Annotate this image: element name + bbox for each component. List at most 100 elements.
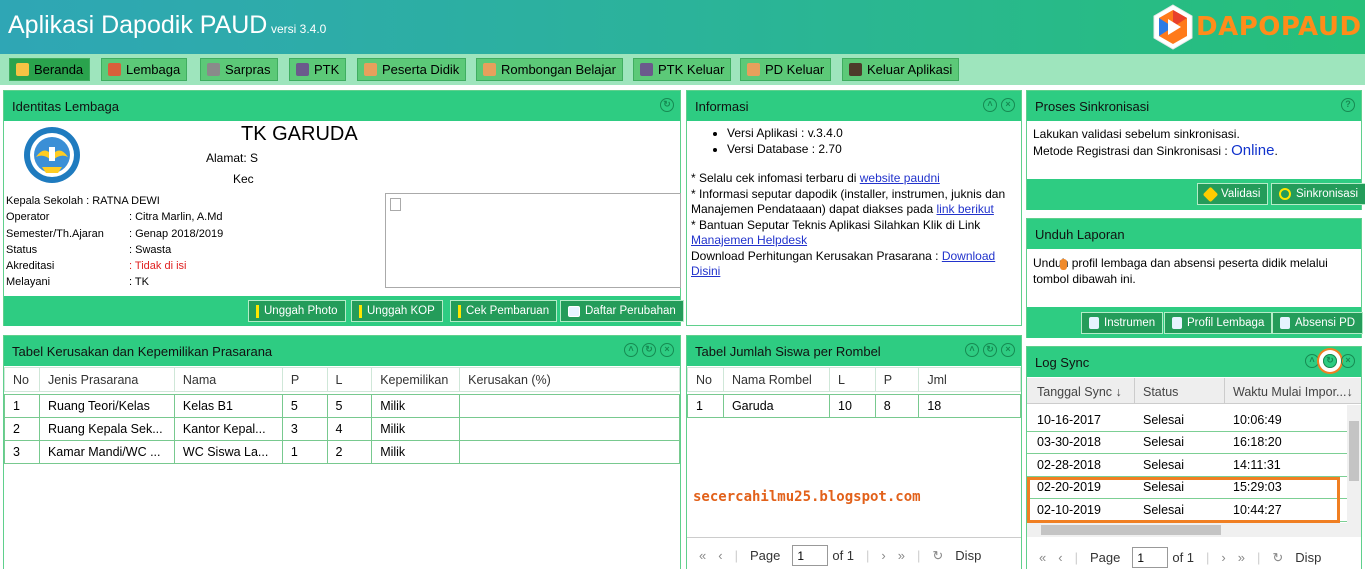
close-icon[interactable]: × [660, 343, 674, 357]
column-header[interactable]: P [874, 367, 920, 392]
collapse-icon[interactable]: ˄ [624, 343, 638, 357]
collapse-icon[interactable]: ˄ [983, 98, 997, 112]
table-row[interactable]: 02-28-2018 Selesai 14:11:31 [1027, 454, 1347, 477]
nav-peserta-didik[interactable]: Peserta Didik [357, 58, 467, 81]
table-cell: 1 [281, 440, 328, 464]
unggah-photo-button[interactable]: Unggah Photo [248, 300, 346, 322]
profil-lembaga-button[interactable]: Profil Lembaga [1164, 312, 1273, 334]
helpdesk-link[interactable]: Manajemen Helpdesk [691, 233, 807, 247]
table-cell: 1 [687, 394, 724, 418]
column-header[interactable]: No [687, 367, 724, 392]
refresh-icon[interactable]: ↻ [660, 98, 674, 112]
next-page-icon[interactable]: › [881, 548, 885, 563]
panel-header: Tabel Kerusakan dan Kepemilikan Prasaran… [4, 336, 680, 366]
panel-header: Informasi ˄ × [687, 91, 1021, 121]
column-header[interactable]: No [4, 367, 40, 392]
collapse-icon[interactable]: ˄ [1305, 354, 1319, 368]
table-cell: Milik [371, 440, 461, 464]
website-paudni-link[interactable]: website paudni [860, 171, 940, 185]
first-page-icon[interactable]: « [1039, 550, 1046, 565]
column-header[interactable]: L [326, 367, 373, 392]
nav-beranda[interactable]: Beranda [9, 58, 91, 81]
table-row[interactable]: 03-30-2018 Selesai 16:18:20 [1027, 432, 1347, 454]
column-header[interactable]: P [281, 367, 328, 392]
nav-label: PTK Keluar [658, 62, 725, 77]
column-header[interactable]: Status [1135, 378, 1225, 403]
table-row[interactable]: 2 Ruang Kepala Sek... Kantor Kepal... 3 … [4, 417, 680, 441]
panel-title: Tabel Kerusakan dan Kepemilikan Prasaran… [12, 343, 273, 359]
table-cell: 2 [4, 417, 40, 441]
column-header[interactable]: Nama [173, 367, 283, 392]
unduh-panel: Unduh Laporan Unduh profil lembaga dan a… [1026, 218, 1364, 338]
column-header[interactable]: Kepemilikan [371, 367, 461, 392]
column-header[interactable]: Nama Rombel [722, 367, 831, 392]
table-row[interactable]: 10-16-2017 Selesai 10:06:49 [1027, 409, 1347, 432]
instrumen-button[interactable]: Instrumen [1081, 312, 1164, 334]
help-icon[interactable]: ? [1341, 98, 1355, 112]
page-input[interactable] [1132, 547, 1169, 568]
refresh-icon[interactable]: ↻ [983, 343, 997, 357]
table-row[interactable]: 1 Ruang Teori/Kelas Kelas B1 5 5 Milik [4, 394, 680, 418]
column-header[interactable]: Kerusakan (%) [459, 367, 680, 392]
close-icon[interactable]: × [1341, 354, 1355, 368]
validasi-button[interactable]: Validasi [1197, 183, 1269, 205]
first-page-icon[interactable]: « [699, 548, 706, 563]
table-header-row: No Jenis Prasarana Nama P L Kepemilikan … [4, 367, 680, 392]
prev-page-icon[interactable]: ‹ [718, 548, 722, 563]
reload-icon[interactable]: ↻ [932, 548, 943, 564]
table-cell: Kantor Kepal... [173, 417, 283, 441]
link-berikut[interactable]: link berikut [937, 202, 994, 216]
table-row[interactable]: 1 Garuda 10 8 18 [687, 394, 1021, 418]
column-header[interactable]: L [829, 367, 876, 392]
unggah-kop-button[interactable]: Unggah KOP [351, 300, 443, 322]
sinkronisasi-button[interactable]: Sinkronisasi [1271, 183, 1365, 205]
alamat-label: Alamat: [206, 151, 247, 165]
close-icon[interactable]: × [1001, 98, 1015, 112]
table-cell: 03-30-2018 [1037, 435, 1101, 450]
scrollbar-thumb[interactable] [1349, 421, 1359, 481]
column-header[interactable]: Jenis Prasarana [38, 367, 175, 392]
cek-pembaruan-button[interactable]: Cek Pembaruan [450, 300, 558, 322]
last-page-icon[interactable]: » [1238, 550, 1245, 565]
upload-icon [256, 304, 259, 318]
info-value: : Genap 2018/2019 [129, 228, 224, 240]
scrollbar-thumb[interactable] [1041, 525, 1221, 535]
vertical-scrollbar[interactable] [1347, 405, 1361, 523]
column-header[interactable]: Waktu Mulai Impor...↓ [1225, 378, 1361, 403]
table-cell: 18 [918, 394, 1021, 418]
table-cell: 2 [326, 440, 373, 464]
nav-sarpras[interactable]: Sarpras [200, 58, 278, 81]
absensi-pd-button[interactable]: Absensi PD [1272, 312, 1364, 334]
nav-keluar-aplikasi[interactable]: Keluar Aplikasi [842, 58, 960, 81]
refresh-icon[interactable]: ↻ [642, 343, 656, 357]
column-header[interactable]: Jml [918, 367, 1021, 392]
table-row[interactable]: 3 Kamar Mandi/WC ... WC Siswa La... 1 2 … [4, 440, 680, 464]
page-input[interactable] [792, 545, 829, 566]
table-cell: Milik [371, 394, 461, 418]
close-icon[interactable]: × [1001, 343, 1015, 357]
last-page-icon[interactable]: » [898, 548, 905, 563]
logo-text: DAPOPAUD [1196, 12, 1362, 42]
column-header[interactable]: Tanggal Sync ↓ [1027, 378, 1135, 403]
nav-pd-keluar[interactable]: PD Keluar [740, 58, 832, 81]
nav-rombongan-belajar[interactable]: Rombongan Belajar [476, 58, 623, 81]
info-line: * Bantuan Seputar Teknis Aplikasi Silahk… [691, 218, 1017, 249]
panel-header: Proses Sinkronisasi ? [1027, 91, 1361, 121]
button-label: Sinkronisasi [1296, 188, 1358, 200]
daftar-perubahan-button[interactable]: Daftar Perubahan [560, 300, 684, 322]
table-cell: 8 [874, 394, 920, 418]
next-page-icon[interactable]: › [1221, 550, 1225, 565]
app-title: Aplikasi Dapodik PAUD [8, 11, 268, 39]
akreditasi-value: : Tidak di isi [129, 260, 187, 272]
table-cell: 10-16-2017 [1037, 412, 1101, 427]
horizontal-scrollbar[interactable] [1027, 523, 1361, 537]
nav-ptk-keluar[interactable]: PTK Keluar [633, 58, 732, 81]
list-icon [568, 305, 580, 317]
nav-ptk[interactable]: PTK [289, 58, 347, 81]
refresh-icon[interactable]: ↻ [1323, 354, 1337, 368]
sinkronisasi-panel: Proses Sinkronisasi ? Lakukan validasi s… [1026, 90, 1365, 210]
nav-lembaga[interactable]: Lembaga [101, 58, 188, 81]
reload-icon[interactable]: ↻ [1272, 550, 1283, 566]
prev-page-icon[interactable]: ‹ [1058, 550, 1062, 565]
collapse-icon[interactable]: ˄ [965, 343, 979, 357]
